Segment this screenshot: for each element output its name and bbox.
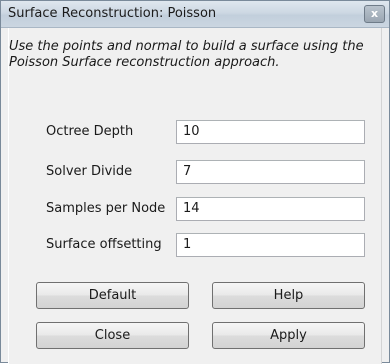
solver-divide-field[interactable]: 7	[176, 160, 365, 184]
poisson-dialog: Surface Reconstruction: Poisson x Use th…	[0, 0, 390, 364]
samples-per-node-label: Samples per Node	[46, 201, 166, 216]
window-title: Surface Reconstruction: Poisson	[8, 6, 217, 21]
help-button[interactable]: Help	[212, 282, 365, 309]
default-button[interactable]: Default	[36, 282, 189, 309]
octree-depth-field[interactable]: 10	[176, 120, 365, 144]
dialog-body	[8, 28, 382, 364]
apply-button[interactable]: Apply	[212, 322, 365, 349]
close-icon[interactable]: x	[364, 5, 385, 23]
close-button[interactable]: Close	[36, 322, 189, 349]
surface-offsetting-label: Surface offsetting	[46, 237, 162, 252]
title-bar[interactable]: Surface Reconstruction: Poisson x	[1, 1, 389, 28]
samples-per-node-field[interactable]: 14	[176, 197, 365, 221]
surface-offsetting-field[interactable]: 1	[176, 233, 365, 257]
octree-depth-label: Octree Depth	[46, 124, 134, 139]
dialog-description: Use the points and normal to build a sur…	[9, 39, 364, 70]
solver-divide-label: Solver Divide	[46, 164, 133, 179]
